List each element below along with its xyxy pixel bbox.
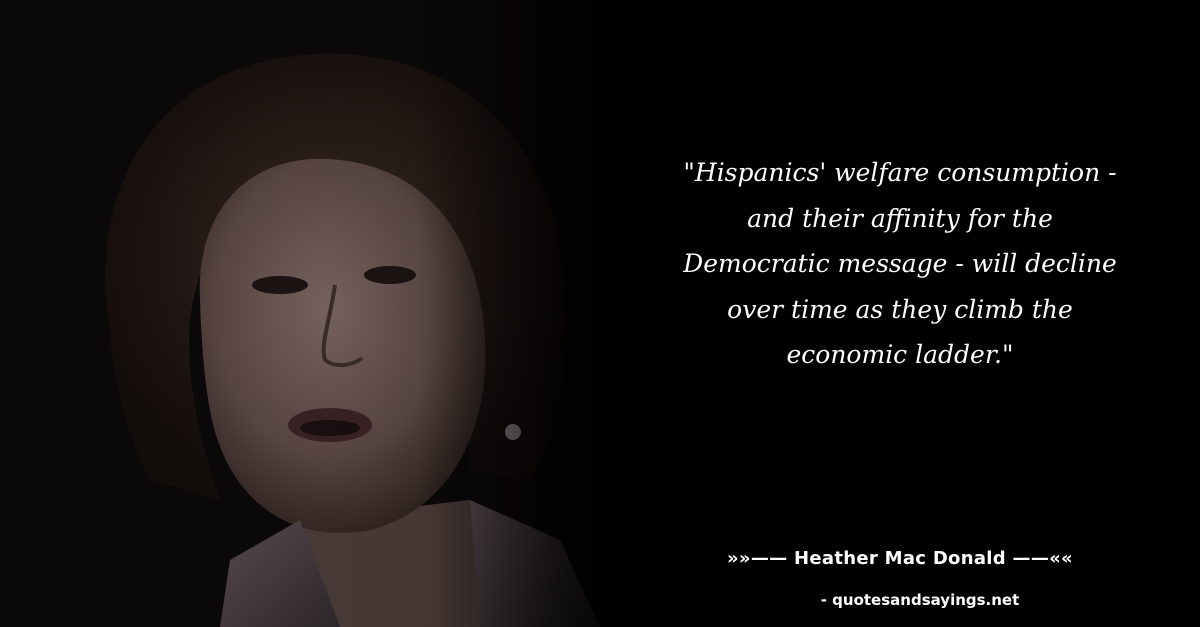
source-site: - quotesandsayings.net	[820, 591, 1020, 609]
author-attribution: »»—— Heather Mac Donald ——««	[640, 548, 1160, 569]
author-name: Heather Mac Donald	[794, 548, 1006, 569]
quote-line: over time as they climb the	[727, 294, 1073, 324]
quote-line: "Hispanics' welfare consumption -	[683, 158, 1117, 187]
author-prefix-ornament: »»——	[726, 548, 788, 569]
quote-line: economic ladder."	[786, 340, 1014, 369]
quote-line: Democratic message - will decline	[683, 249, 1117, 278]
quote-card: "Hispanics' welfare consumption - and th…	[0, 0, 1200, 627]
author-suffix-ornament: ——««	[1012, 548, 1073, 569]
quote-line: and their affinity for the	[747, 203, 1053, 233]
quote-text: "Hispanics' welfare consumption - and th…	[640, 150, 1160, 378]
author-portrait	[0, 0, 640, 627]
